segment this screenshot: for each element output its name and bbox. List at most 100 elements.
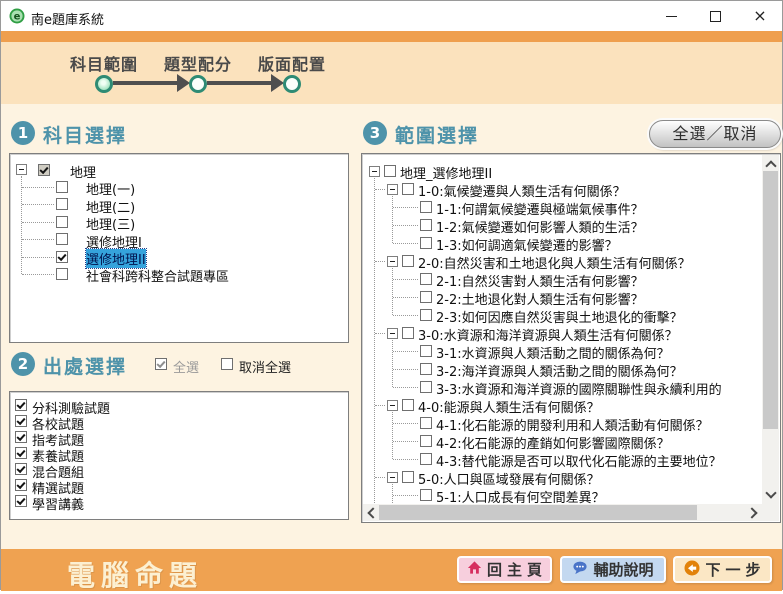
tree-checkbox[interactable] [56, 268, 68, 280]
expander-minus-icon[interactable] [16, 164, 27, 175]
section-1-number-badge: 1 [11, 121, 35, 145]
deselect-all-checkbox[interactable] [221, 358, 233, 370]
source-list-item[interactable]: 指考試題 [11, 429, 347, 445]
tree-node[interactable]: 地理(一) [11, 178, 347, 195]
scroll-up-icon[interactable] [765, 160, 776, 171]
tree-node[interactable]: 選修地理I [11, 231, 347, 248]
source-item-checkbox[interactable] [15, 447, 27, 459]
source-item-checkbox[interactable] [15, 399, 27, 411]
expander-minus-icon[interactable] [387, 472, 398, 483]
tree-checkbox[interactable] [420, 309, 432, 321]
scroll-right-icon[interactable] [746, 507, 757, 518]
maximize-button[interactable] [698, 1, 732, 31]
tree-checkbox[interactable] [402, 471, 414, 483]
tree-connector [375, 333, 385, 334]
tree-checkbox[interactable] [420, 435, 432, 447]
home-button[interactable]: 回主頁 [457, 556, 552, 583]
tree-checkbox[interactable] [420, 417, 432, 429]
tree-checkbox[interactable] [420, 201, 432, 213]
step-arrow-2 [207, 81, 271, 85]
tree-node[interactable]: 社會科跨科整合試題專區 [11, 265, 347, 282]
tree-checkbox[interactable] [56, 233, 68, 245]
tree-checkbox[interactable] [402, 183, 414, 195]
minimize-button[interactable] [654, 1, 688, 31]
vertical-scroll-thumb[interactable] [763, 171, 778, 429]
scroll-down-icon[interactable] [765, 487, 776, 498]
expander-minus-icon[interactable] [387, 400, 398, 411]
tree-checkbox[interactable] [420, 273, 432, 285]
source-list-box: 分科測驗試題各校試題指考試題素養試題混合題組精選試題學習講義 [9, 391, 349, 520]
tree-checkbox[interactable] [420, 291, 432, 303]
source-list-item[interactable]: 混合題組 [11, 461, 347, 477]
next-step-button[interactable]: 下一步 [673, 556, 772, 583]
select-all-toggle-button[interactable]: 全選／取消 [649, 120, 781, 148]
tree-node[interactable]: 3-0:水資源和海洋資源與人類生活有何關係？ [363, 324, 762, 342]
expander-minus-icon[interactable] [387, 328, 398, 339]
expander-minus-icon[interactable] [369, 166, 380, 177]
tree-node[interactable]: 1-2:氣候變遷如何影響人類的生活？ [363, 216, 762, 234]
tree-checkbox[interactable] [402, 327, 414, 339]
tree-checkbox[interactable] [420, 453, 432, 465]
step-label-layout-config: 版面配置 [254, 51, 330, 75]
horizontal-scroll-thumb[interactable] [379, 505, 697, 520]
source-list-item[interactable]: 學習講義 [11, 493, 347, 509]
expander-minus-icon[interactable] [387, 256, 398, 267]
tree-checkbox[interactable] [402, 399, 414, 411]
tree-checkbox[interactable] [420, 363, 432, 375]
tree-node[interactable]: 3-2:海洋資源與人類活動之間的關係為何？ [363, 360, 762, 378]
tree-checkbox[interactable] [420, 237, 432, 249]
tree-checkbox[interactable] [420, 381, 432, 393]
tree-connector [393, 297, 418, 298]
tree-node[interactable]: 3-1:水資源與人類活動之間的關係為何？ [363, 342, 762, 360]
source-item-checkbox[interactable] [15, 415, 27, 427]
tree-node[interactable]: 2-3:如何因應自然災害與土地退化的衝擊？ [363, 306, 762, 324]
tree-node[interactable]: 2-1:自然災害對人類生活有何影響？ [363, 270, 762, 288]
tree-checkbox[interactable] [38, 164, 50, 176]
tree-node[interactable]: 地理 [11, 161, 347, 178]
tree-checkbox[interactable] [56, 216, 68, 228]
tree-node[interactable]: 4-0:能源與人類生活有何關係？ [363, 396, 762, 414]
source-list-item[interactable]: 精選試題 [11, 477, 347, 493]
source-list-item[interactable]: 分科測驗試題 [11, 397, 347, 413]
close-button[interactable]: × [743, 1, 777, 31]
tree-node[interactable]: 2-2:土地退化對人類生活有何影響？ [363, 288, 762, 306]
tree-connector [393, 351, 418, 352]
source-item-checkbox[interactable] [15, 479, 27, 491]
source-item-checkbox[interactable] [15, 495, 27, 507]
vertical-scrollbar[interactable] [762, 155, 779, 504]
tree-connector [22, 257, 54, 258]
tree-checkbox[interactable] [56, 198, 68, 210]
tree-node[interactable]: 5-1:人口成長有何空間差異？ [363, 486, 762, 504]
select-all-checkbox[interactable] [155, 358, 167, 370]
expander-minus-icon[interactable] [387, 184, 398, 195]
tree-checkbox[interactable] [420, 489, 432, 501]
source-item-checkbox[interactable] [15, 431, 27, 443]
tree-node[interactable]: 1-3:如何調適氣候變遷的影響？ [363, 234, 762, 252]
tree-checkbox[interactable] [384, 165, 396, 177]
tree-node[interactable]: 地理(三) [11, 213, 347, 230]
source-list-item[interactable]: 素養試題 [11, 445, 347, 461]
tree-node[interactable]: 地理_選修地理II [363, 162, 762, 180]
tree-node[interactable]: 3-3:水資源和海洋資源的國際關聯性與永續利用的 [363, 378, 762, 396]
tree-node[interactable]: 4-3:替代能源是否可以取代化石能源的主要地位？ [363, 450, 762, 468]
tree-checkbox[interactable] [56, 251, 68, 263]
tree-node[interactable]: 4-2:化石能源的產銷如何影響國際關係？ [363, 432, 762, 450]
tree-node[interactable]: 1-0:氣候變遷與人類生活有何關係？ [363, 180, 762, 198]
horizontal-scrollbar[interactable] [363, 504, 762, 521]
tree-node[interactable]: 2-0:自然災害和土地退化與人類生活有何關係？ [363, 252, 762, 270]
subject-tree-box: 地理地理(一)地理(二)地理(三)選修地理I選修地理II社會科跨科整合試題專區 [9, 153, 349, 343]
tree-checkbox[interactable] [420, 345, 432, 357]
tree-node[interactable]: 地理(二) [11, 196, 347, 213]
tree-node[interactable]: 1-1:何謂氣候變遷與極端氣候事件？ [363, 198, 762, 216]
scroll-left-icon[interactable] [367, 507, 378, 518]
tree-checkbox[interactable] [402, 255, 414, 267]
help-button[interactable]: 輔助說明 [560, 556, 666, 583]
source-item-checkbox[interactable] [15, 463, 27, 475]
tree-node[interactable]: 4-1:化石能源的開發利用和人類活動有何關係？ [363, 414, 762, 432]
tree-node[interactable]: 5-0:人口與區域發展有何關係？ [363, 468, 762, 486]
tree-checkbox[interactable] [420, 219, 432, 231]
source-list-item[interactable]: 各校試題 [11, 413, 347, 429]
tree-connector [392, 268, 393, 315]
tree-checkbox[interactable] [56, 181, 68, 193]
tree-node[interactable]: 選修地理II [11, 248, 347, 265]
